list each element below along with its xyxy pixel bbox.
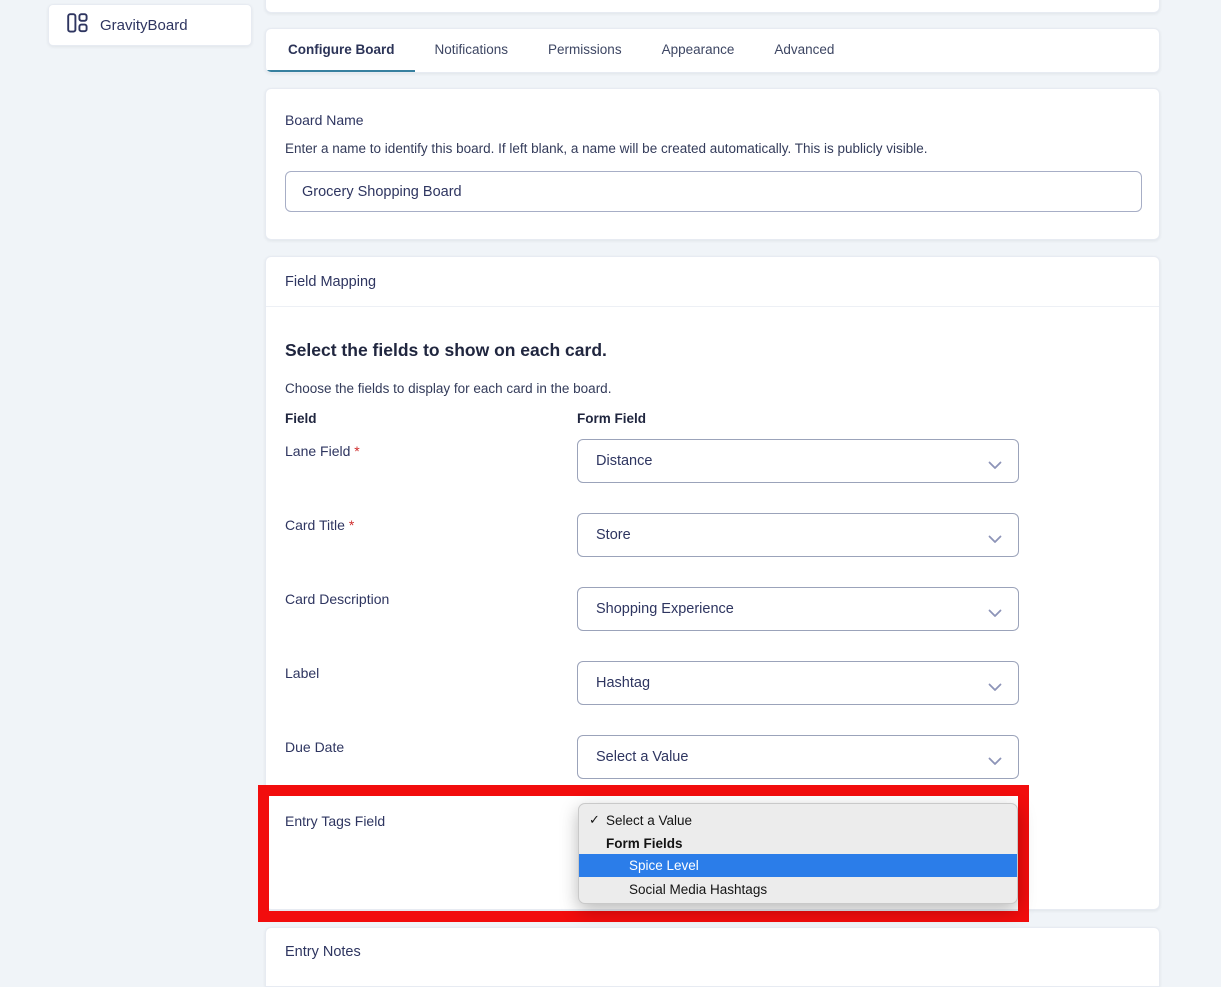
tab-appearance[interactable]: Appearance [642,29,755,72]
due-date-label: Due Date [285,739,345,755]
field-mapping-title: Select the fields to show on each card. [285,340,607,360]
sidebar-item-label: GravityBoard [100,16,188,34]
settings-tab-bar: Configure Board Notifications Permission… [265,28,1160,73]
entry-tags-dropdown-menu: ✓ Select a Value Form Fields Spice Level… [578,803,1018,904]
entry-notes-section: Entry Notes [265,927,1160,987]
menu-group-form-fields: Form Fields [606,835,683,851]
label-field-select[interactable]: Hashtag [577,661,1019,705]
column-header-field: Field [285,411,317,426]
required-marker: * [354,443,360,459]
board-name-description: Enter a name to identify this board. If … [285,141,928,156]
chevron-down-icon [988,458,1002,474]
menu-option-spice-level[interactable]: Spice Level [579,854,1017,877]
menu-option-select-a-value[interactable]: ✓ Select a Value [579,809,1017,831]
field-mapping-header: Field Mapping [266,257,1159,307]
card-title-label: Card Title * [285,517,355,533]
tab-notifications[interactable]: Notifications [415,29,529,72]
tab-permissions[interactable]: Permissions [528,29,642,72]
lane-field-select[interactable]: Distance [577,439,1019,483]
board-name-section: Board Name Enter a name to identify this… [265,88,1160,240]
field-mapping-subtitle: Choose the fields to display for each ca… [285,381,612,396]
card-description-label: Card Description [285,591,390,607]
chevron-down-icon [988,606,1002,622]
lane-field-label: Lane Field * [285,443,360,459]
chevron-down-icon [988,532,1002,548]
column-header-form-field: Form Field [577,411,647,426]
card-description-select[interactable]: Shopping Experience [577,587,1019,631]
board-name-label: Board Name [285,112,364,128]
tab-configure-board[interactable]: Configure Board [266,29,415,72]
tab-advanced[interactable]: Advanced [754,29,854,72]
chevron-down-icon [988,680,1002,696]
required-marker: * [348,517,355,533]
entry-tags-field-label: Entry Tags Field [285,813,386,829]
menu-option-social-media-hashtags[interactable]: Social Media Hashtags [579,878,1017,900]
entry-notes-header: Entry Notes [285,944,361,960]
card-title-select[interactable]: Store [577,513,1019,557]
sidebar-item-gravityboard[interactable]: GravityBoard [48,4,252,46]
checkmark-icon: ✓ [589,812,600,827]
kanban-board-icon [67,12,88,38]
due-date-select[interactable]: Select a Value [577,735,1019,779]
label-field-label: Label [285,665,320,681]
chevron-down-icon [988,754,1002,770]
board-name-input[interactable] [285,171,1142,212]
top-card-fragment [265,0,1160,13]
